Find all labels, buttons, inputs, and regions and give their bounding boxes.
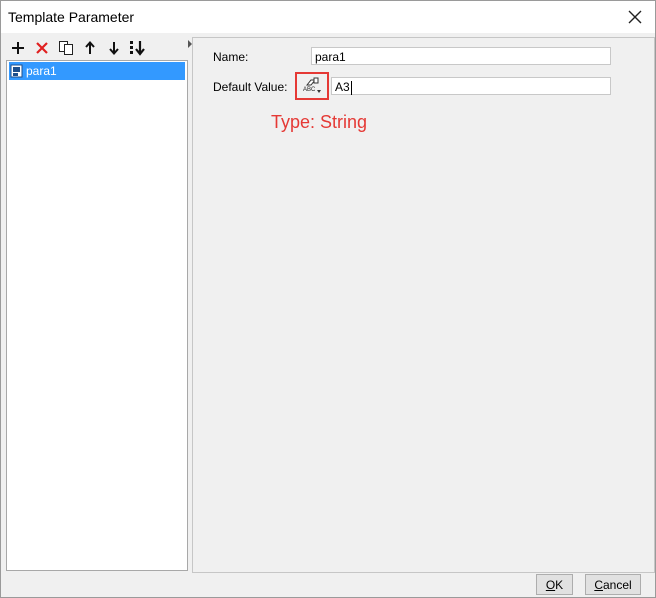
close-icon [628, 10, 642, 24]
type-annotation: Type: String [271, 112, 368, 132]
dialog-window: Template Parameter para1 Name: para1 Def… [0, 0, 656, 598]
parameter-icon [10, 64, 23, 78]
default-value-text: A3 [335, 80, 350, 94]
cancel-button[interactable]: Cancel [585, 574, 641, 595]
move-up-button[interactable] [78, 37, 102, 59]
string-type-icon: ABC [303, 77, 321, 93]
ok-label-rest: K [555, 577, 564, 592]
delete-x-icon [36, 42, 48, 54]
ok-button[interactable]: OK [536, 574, 573, 595]
arrow-down-icon [109, 42, 119, 55]
name-input[interactable]: para1 [311, 47, 611, 65]
parameter-tree[interactable]: para1 [6, 60, 188, 571]
ok-mnemonic: O [545, 577, 556, 592]
value-type-button[interactable]: ABC [295, 72, 329, 100]
import-button[interactable] [126, 37, 150, 59]
copy-parameter-button[interactable] [54, 37, 78, 59]
import-icon [130, 41, 145, 56]
close-button[interactable] [621, 4, 649, 30]
name-label: Name: [213, 50, 249, 64]
delete-parameter-button[interactable] [30, 37, 54, 59]
cancel-label-rest: ancel [602, 577, 632, 592]
tree-item-label: para1 [26, 64, 57, 78]
parameter-detail-panel: Name: para1 Default Value: ABC A3 Type: … [192, 37, 655, 573]
parameter-toolbar [6, 37, 188, 59]
copy-icon [59, 41, 73, 55]
text-caret [350, 80, 352, 95]
svg-text:ABC: ABC [303, 87, 316, 93]
default-value-input[interactable]: A3 [331, 77, 611, 95]
default-value-label: Default Value: [213, 80, 288, 94]
plus-icon [12, 42, 24, 54]
name-value: para1 [315, 50, 346, 64]
add-parameter-button[interactable] [6, 37, 30, 59]
dialog-button-bar: OK Cancel [1, 571, 655, 597]
title-bar: Template Parameter [1, 1, 655, 33]
parameter-list-panel: para1 [6, 37, 188, 571]
move-down-button[interactable] [102, 37, 126, 59]
cancel-mnemonic: C [594, 577, 603, 592]
tree-item-para1[interactable]: para1 [9, 62, 185, 80]
arrow-up-icon [85, 41, 95, 54]
dialog-title: Template Parameter [8, 9, 135, 25]
